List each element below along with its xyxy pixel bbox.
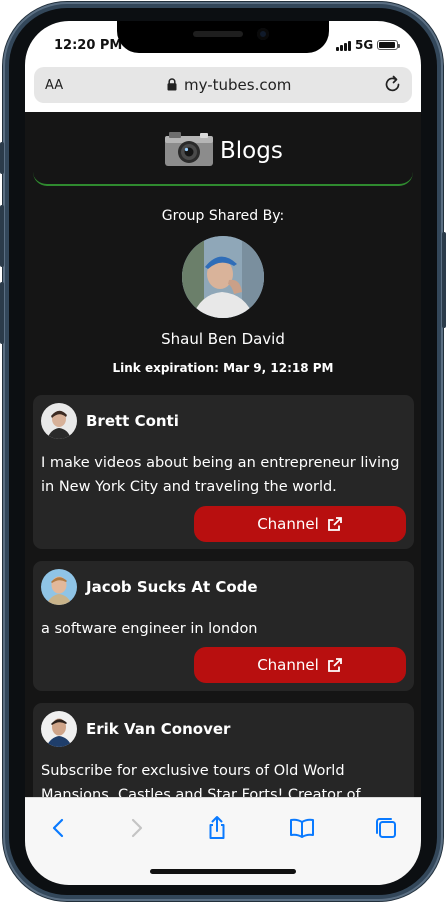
- channel-description: Subscribe for exclusive tours of Old Wor…: [41, 763, 361, 797]
- browser-chrome: AA my-tubes.com: [25, 67, 421, 112]
- mute-switch: [0, 142, 4, 174]
- avatar-photo: [41, 711, 77, 747]
- link-expiration: Link expiration: Mar 9, 12:18 PM: [112, 361, 334, 375]
- network-label: 5G: [355, 38, 374, 52]
- owner-name: Shaul Ben David: [161, 330, 285, 348]
- channel-name: Erik Van Conover: [86, 720, 231, 738]
- channel-name: Jacob Sucks At Code: [86, 578, 258, 596]
- external-link-icon: [327, 517, 342, 531]
- channel-card: Jacob Sucks At Code a software engineer …: [33, 561, 414, 691]
- address-bar[interactable]: AA my-tubes.com: [34, 67, 412, 103]
- signal-icon: [336, 41, 351, 51]
- tabs-icon[interactable]: [373, 815, 399, 841]
- share-icon[interactable]: [204, 815, 230, 841]
- volume-down-button: [0, 282, 4, 344]
- page-content: Blogs Group Shared By: Shaul Ben David L…: [25, 112, 421, 797]
- page-title: Blogs: [220, 138, 283, 164]
- page-header: Blogs: [33, 112, 413, 186]
- channel-avatar[interactable]: [41, 569, 77, 605]
- volume-up-button: [0, 205, 4, 267]
- speaker-grille: [193, 31, 243, 37]
- status-bar: 12:20 PM 5G: [25, 21, 421, 67]
- back-icon[interactable]: [46, 815, 72, 841]
- front-camera: [257, 28, 269, 40]
- avatar-photo: [41, 569, 77, 605]
- text-size-button[interactable]: AA: [45, 78, 63, 93]
- reload-icon[interactable]: [384, 75, 402, 95]
- channel-description: I make videos about being an entrepreneu…: [41, 455, 400, 495]
- avatar-photo: [41, 403, 77, 439]
- channel-name: Brett Conti: [86, 412, 179, 430]
- channel-card: Brett Conti I make videos about being an…: [33, 395, 414, 549]
- channel-avatar[interactable]: [41, 403, 77, 439]
- owner-avatar[interactable]: [182, 236, 264, 318]
- channel-button[interactable]: Channel: [194, 647, 406, 683]
- owner-photo: [182, 236, 264, 318]
- notch: [117, 21, 329, 53]
- lock-icon: [167, 78, 177, 91]
- forward-icon[interactable]: [123, 815, 149, 841]
- channel-button[interactable]: Channel: [194, 506, 406, 542]
- browser-toolbar: [25, 797, 421, 885]
- channel-description: a software engineer in london: [41, 621, 258, 637]
- camera-icon: [165, 132, 213, 166]
- home-indicator: [150, 869, 296, 874]
- power-button: [442, 232, 446, 328]
- external-link-icon: [327, 658, 342, 672]
- shared-by-label: Group Shared By:: [161, 208, 285, 224]
- channel-card: Erik Van Conover Subscribe for exclusive…: [33, 703, 414, 797]
- status-time: 12:20 PM: [54, 38, 123, 53]
- battery-icon: [377, 40, 400, 50]
- screen: 12:20 PM 5G AA my-tubes.com Blogs Group …: [25, 21, 421, 885]
- channel-button-label: Channel: [257, 656, 319, 674]
- bookmarks-icon[interactable]: [289, 815, 315, 841]
- channel-button-label: Channel: [257, 515, 319, 533]
- channel-avatar[interactable]: [41, 711, 77, 747]
- url-text[interactable]: my-tubes.com: [184, 76, 291, 94]
